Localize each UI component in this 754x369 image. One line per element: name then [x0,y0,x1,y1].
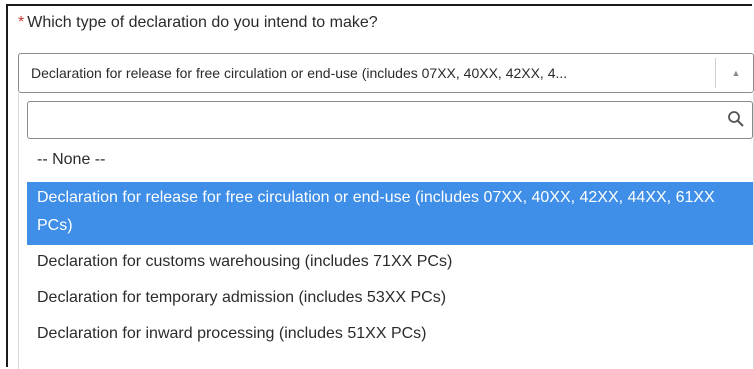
dropdown-option[interactable]: Declaration for inward processing (inclu… [27,319,753,349]
dropdown-option-selected[interactable]: Declaration for release for free circula… [27,182,753,245]
search-icon[interactable] [727,110,745,128]
question-text: Which type of declaration do you intend … [27,14,378,31]
question-label: * Which type of declaration do you intend… [18,14,378,32]
declaration-type-select[interactable]: Declaration for release for free circula… [18,53,754,93]
dropdown-listbox: -- None -- Declaration for release for f… [18,93,754,369]
dropdown-option[interactable]: Declaration for temporary admission (inc… [27,283,753,313]
dropdown-search-input[interactable] [27,101,753,139]
required-marker: * [18,14,25,31]
chevron-up-icon[interactable]: ▲ [731,66,741,80]
dropdown-option[interactable]: Declaration for customs warehousing (inc… [27,247,753,277]
select-current-value: Declaration for release for free circula… [31,65,568,81]
select-divider [715,58,716,88]
dropdown-option[interactable]: -- None -- [27,145,753,175]
